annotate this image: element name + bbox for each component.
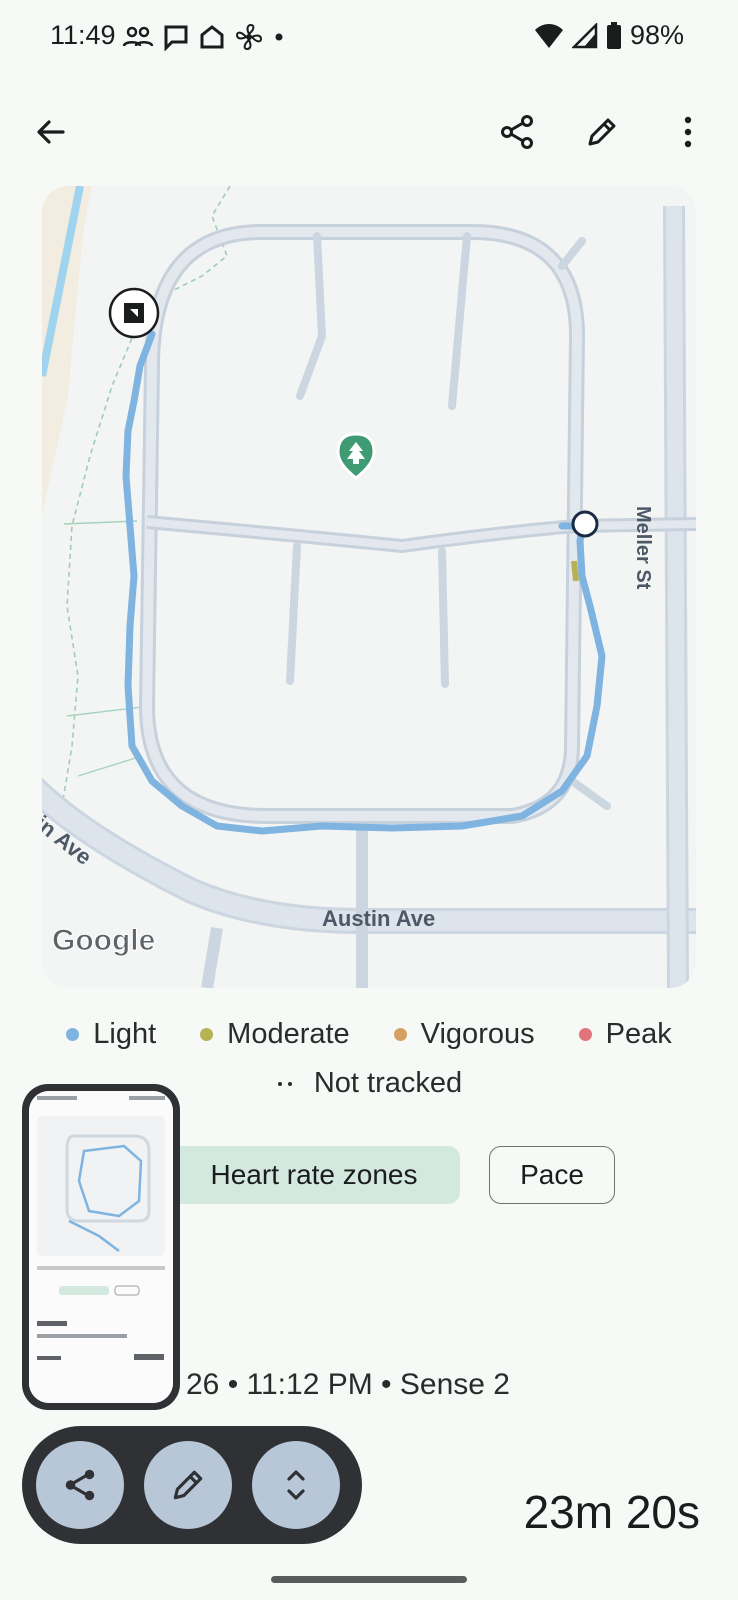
status-time: 11:49	[50, 20, 116, 50]
street-label-austin: Austin Ave	[322, 906, 436, 931]
share-icon	[65, 1469, 95, 1501]
more-vert-icon	[684, 116, 692, 148]
legend-dot	[393, 1028, 407, 1041]
screenshot-edit-button[interactable]	[144, 1441, 232, 1529]
status-bar: 11:49 98%	[0, 0, 738, 76]
dotted-line-icon	[277, 1081, 292, 1086]
message-icon	[164, 25, 188, 51]
battery-icon	[606, 21, 621, 49]
people-icon	[122, 26, 154, 47]
heart-rate-zones-chip[interactable]: Heart rate zones	[168, 1146, 460, 1204]
edit-icon	[588, 118, 616, 146]
status-system-icons: 98%	[534, 20, 684, 51]
screenshot-preview-image	[29, 1091, 173, 1403]
legend-item-moderate: Moderate	[200, 1018, 350, 1051]
unfold-icon	[287, 1470, 305, 1500]
activity-duration: 23m 20s	[523, 1486, 700, 1538]
street-label-meller: Meller St	[632, 506, 654, 590]
battery-percent: 98%	[629, 20, 684, 50]
home-indicator[interactable]	[271, 1576, 467, 1583]
legend-item-peak: Peak	[578, 1018, 672, 1051]
more-options-button[interactable]	[664, 108, 712, 156]
signal-icon	[571, 22, 598, 48]
legend-label: Light	[93, 1018, 157, 1050]
wifi-icon	[534, 23, 563, 48]
activity-meta: 26 • 11:12 PM • Sense 2	[186, 1368, 510, 1401]
back-arrow-icon	[37, 120, 65, 144]
status-notification-icons	[122, 22, 286, 52]
map-canvas	[42, 186, 696, 988]
screenshot-actions-bar	[22, 1426, 362, 1544]
home-icon	[200, 25, 224, 49]
screenshot-expand-button[interactable]	[252, 1441, 340, 1529]
edit-icon	[173, 1470, 203, 1500]
dot-icon	[275, 33, 283, 41]
pace-chip[interactable]: Pace	[489, 1146, 615, 1204]
map-attribution: Google	[51, 924, 156, 958]
legend-label: Peak	[605, 1018, 672, 1050]
share-button[interactable]	[493, 108, 541, 156]
legend-label: Vigorous	[420, 1018, 535, 1050]
legend-dot	[200, 1028, 214, 1041]
share-icon	[501, 115, 533, 149]
fan-icon	[235, 23, 263, 51]
legend-label: Not tracked	[313, 1067, 463, 1099]
legend-label: Moderate	[227, 1018, 350, 1050]
screenshot-preview[interactable]	[22, 1084, 180, 1410]
legend-item-vigorous: Vigorous	[393, 1018, 535, 1051]
back-button[interactable]	[27, 108, 75, 156]
top-app-bar	[0, 100, 738, 164]
legend-dot	[578, 1028, 592, 1041]
legend-item-light: Light	[66, 1018, 156, 1051]
screenshot-share-button[interactable]	[36, 1441, 124, 1529]
preview-miniature	[29, 1091, 173, 1403]
edit-button[interactable]	[578, 108, 626, 156]
legend-dot	[66, 1028, 80, 1041]
route-map[interactable]: Meller St Austin Ave tin Ave Google	[42, 186, 696, 988]
